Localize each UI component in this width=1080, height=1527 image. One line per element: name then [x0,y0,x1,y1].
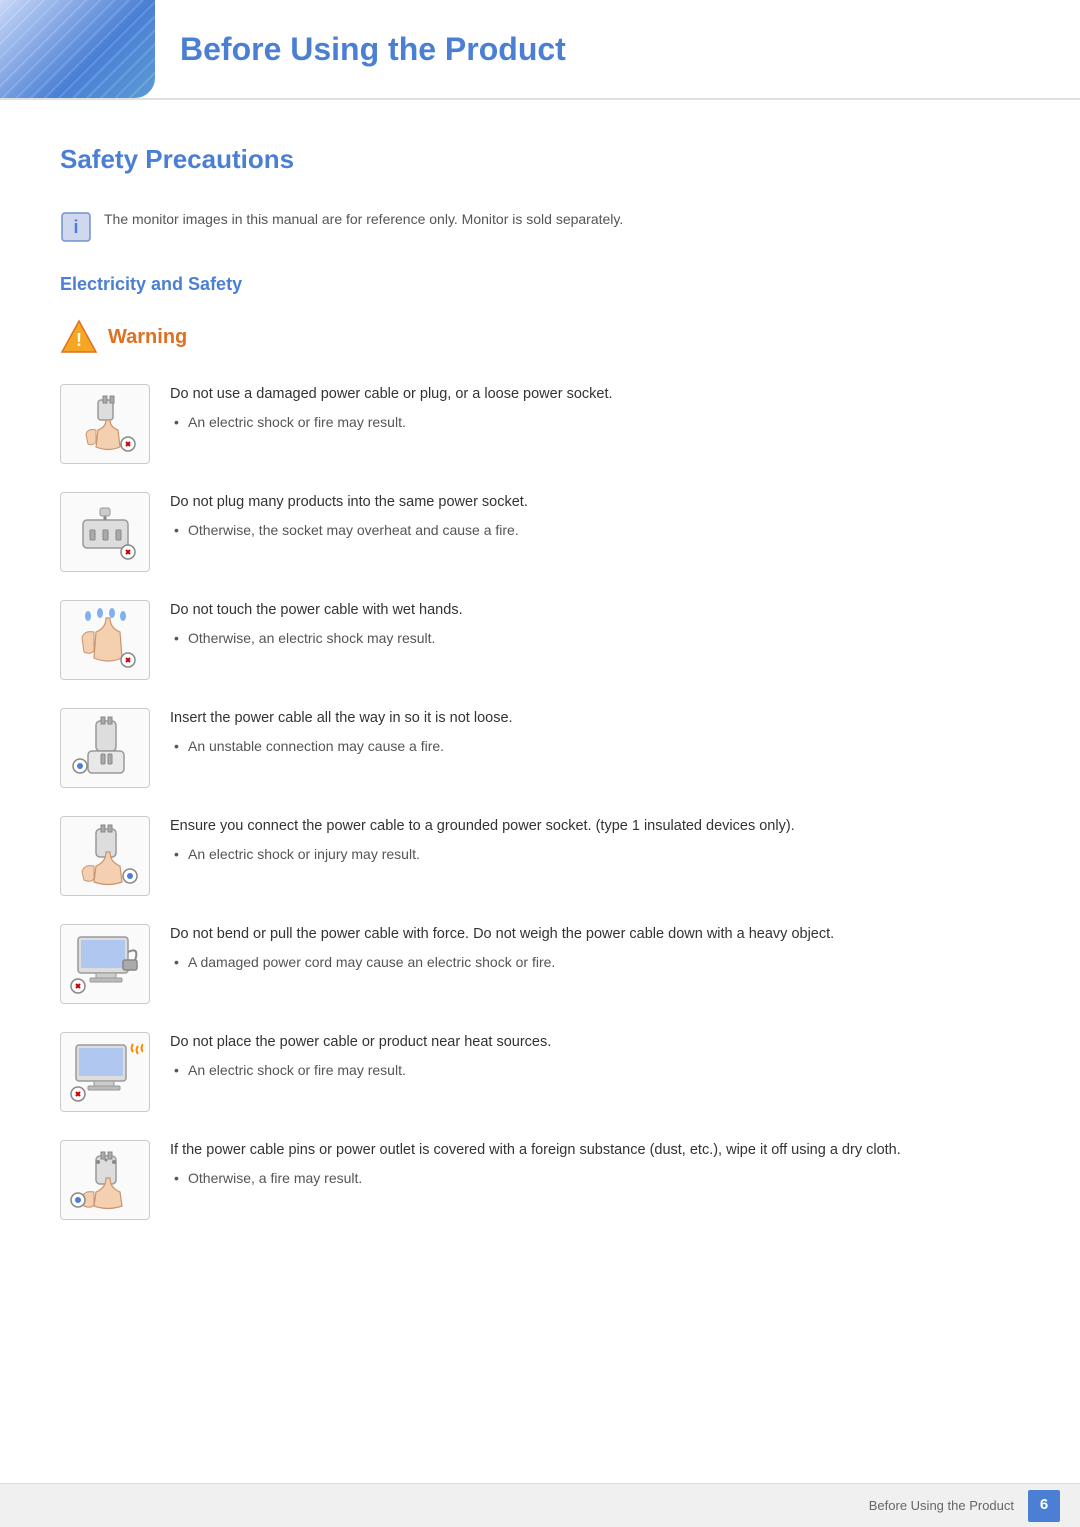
item-sub-list-3: Otherwise, an electric shock may result. [170,628,1020,649]
item-sub-list-4: An unstable connection may cause a fire. [170,736,1020,757]
warning-triangle-icon: ! [60,318,98,356]
item-sub-item-1: An electric shock or fire may result. [170,412,1020,433]
warning-item-2: Do not plug many products into the same … [60,492,1020,572]
warning-item-3: Do not touch the power cable with wet ha… [60,600,1020,680]
warning-item-5: Ensure you connect the power cable to a … [60,816,1020,896]
footer-page-number: 6 [1028,1490,1060,1522]
item-sub-item-8: Otherwise, a fire may result. [170,1168,1020,1189]
warning-item-1: Do not use a damaged power cable or plug… [60,384,1020,464]
item-content-4: Insert the power cable all the way in so… [170,708,1020,757]
item-main-text-2: Do not plug many products into the same … [170,492,1020,514]
main-content: Safety Precautions i The monitor images … [0,100,1080,1328]
page-title: Before Using the Product [180,25,566,73]
item-sub-list-2: Otherwise, the socket may overheat and c… [170,520,1020,541]
item-content-5: Ensure you connect the power cable to a … [170,816,1020,865]
item-icon-1 [60,384,150,464]
page-header: Before Using the Product [0,0,1080,100]
item-content-2: Do not plug many products into the same … [170,492,1020,541]
warning-item-7: Do not place the power cable or product … [60,1032,1020,1112]
footer-text: Before Using the Product [869,1496,1014,1516]
item-sub-item-2: Otherwise, the socket may overheat and c… [170,520,1020,541]
item-content-1: Do not use a damaged power cable or plug… [170,384,1020,433]
header-diagonal-pattern [0,0,155,98]
item-sub-list-5: An electric shock or injury may result. [170,844,1020,865]
warning-label: Warning [108,322,187,352]
item-main-text-3: Do not touch the power cable with wet ha… [170,600,1020,622]
item-icon-3 [60,600,150,680]
item-icon-8 [60,1140,150,1220]
svg-text:!: ! [76,330,82,350]
item-sub-item-4: An unstable connection may cause a fire. [170,736,1020,757]
item-main-text-4: Insert the power cable all the way in so… [170,708,1020,730]
item-icon-4 [60,708,150,788]
warning-item-6: Do not bend or pull the power cable with… [60,924,1020,1004]
item-sub-item-5: An electric shock or injury may result. [170,844,1020,865]
note-text: The monitor images in this manual are fo… [104,209,623,230]
header-blue-decoration [0,0,155,98]
item-main-text-7: Do not place the power cable or product … [170,1032,1020,1054]
item-content-6: Do not bend or pull the power cable with… [170,924,1020,973]
warning-item-4: Insert the power cable all the way in so… [60,708,1020,788]
section-title: Safety Precautions [60,140,1020,185]
item-content-8: If the power cable pins or power outlet … [170,1140,1020,1189]
page-footer: Before Using the Product 6 [0,1483,1080,1527]
item-content-7: Do not place the power cable or product … [170,1032,1020,1081]
subsection-title: Electricity and Safety [60,271,1020,298]
item-sub-list-7: An electric shock or fire may result. [170,1060,1020,1081]
item-main-text-5: Ensure you connect the power cable to a … [170,816,1020,838]
note-icon: i [60,211,92,243]
item-sub-item-6: A damaged power cord may cause an electr… [170,952,1020,973]
note-box: i The monitor images in this manual are … [60,209,1020,243]
svg-text:i: i [73,217,78,237]
warning-badge: ! Warning [60,318,1020,356]
item-sub-list-1: An electric shock or fire may result. [170,412,1020,433]
item-icon-7 [60,1032,150,1112]
item-sub-item-7: An electric shock or fire may result. [170,1060,1020,1081]
warning-item-8: If the power cable pins or power outlet … [60,1140,1020,1220]
item-sub-list-8: Otherwise, a fire may result. [170,1168,1020,1189]
item-content-3: Do not touch the power cable with wet ha… [170,600,1020,649]
item-icon-6 [60,924,150,1004]
item-icon-2 [60,492,150,572]
item-main-text-6: Do not bend or pull the power cable with… [170,924,1020,946]
item-main-text-1: Do not use a damaged power cable or plug… [170,384,1020,406]
item-sub-list-6: A damaged power cord may cause an electr… [170,952,1020,973]
item-icon-5 [60,816,150,896]
item-main-text-8: If the power cable pins or power outlet … [170,1140,1020,1162]
item-sub-item-3: Otherwise, an electric shock may result. [170,628,1020,649]
